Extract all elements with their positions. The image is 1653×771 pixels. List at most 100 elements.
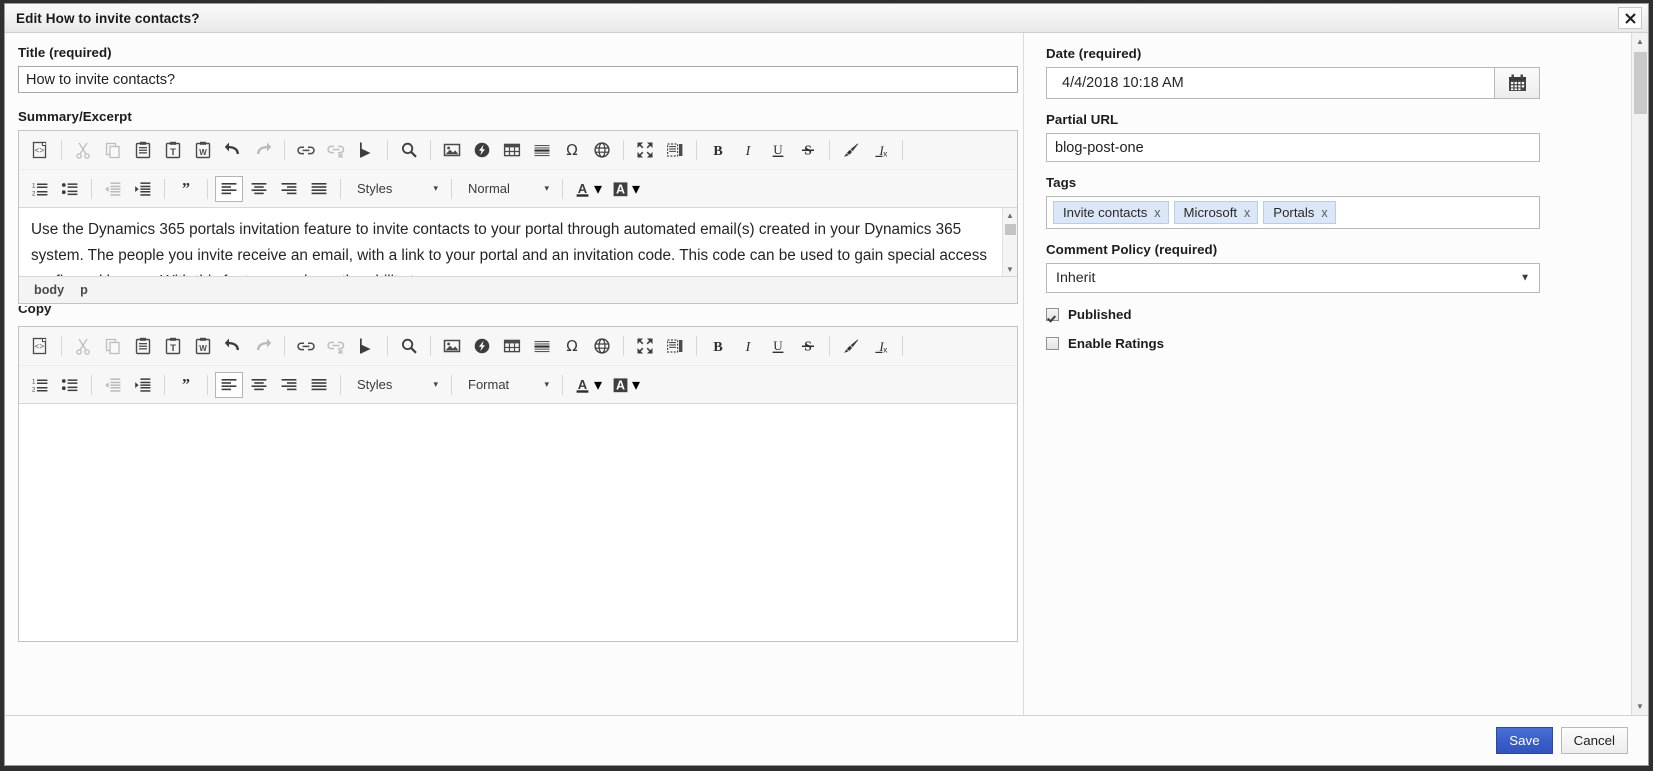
strikethrough-icon[interactable]: S bbox=[794, 333, 822, 359]
paste-icon[interactable] bbox=[129, 137, 157, 163]
paste-icon[interactable] bbox=[129, 333, 157, 359]
horizontal-rule-icon[interactable] bbox=[528, 333, 556, 359]
close-icon[interactable] bbox=[1618, 7, 1642, 29]
summary-scrollbar[interactable]: ▲ ▼ bbox=[1002, 208, 1017, 276]
text-color-icon[interactable]: A ▾ bbox=[570, 372, 606, 398]
dialog-scrollbar[interactable]: ▲ ▼ bbox=[1631, 33, 1648, 715]
styles-dropdown[interactable]: Styles ▾ bbox=[349, 372, 443, 398]
indent-icon[interactable] bbox=[129, 176, 157, 202]
paste-as-text-icon[interactable]: T bbox=[159, 137, 187, 163]
copy-formatting-icon[interactable] bbox=[837, 137, 865, 163]
special-character-icon[interactable]: Ω bbox=[558, 333, 586, 359]
flash-icon[interactable] bbox=[468, 333, 496, 359]
indent-icon[interactable] bbox=[129, 372, 157, 398]
italic-icon[interactable]: I bbox=[734, 137, 762, 163]
elements-path-p[interactable]: p bbox=[80, 283, 88, 297]
source-icon[interactable]: <> bbox=[26, 333, 54, 359]
title-input[interactable] bbox=[18, 66, 1018, 93]
toolbar-separator bbox=[61, 140, 62, 160]
maximize-icon[interactable] bbox=[631, 333, 659, 359]
remove-format-icon[interactable]: Ix bbox=[867, 137, 895, 163]
justify-icon[interactable] bbox=[305, 372, 333, 398]
bold-icon[interactable]: B bbox=[704, 137, 732, 163]
toolbar-separator bbox=[829, 140, 830, 160]
bold-icon[interactable]: B bbox=[704, 333, 732, 359]
link-icon[interactable] bbox=[292, 333, 320, 359]
dialog-scroll-thumb[interactable] bbox=[1634, 52, 1647, 114]
save-button[interactable]: Save bbox=[1496, 727, 1553, 754]
text-color-icon[interactable]: A ▾ bbox=[570, 176, 606, 202]
summary-editable-area[interactable]: Use the Dynamics 365 portals invitation … bbox=[19, 208, 1017, 276]
align-left-icon[interactable] bbox=[215, 371, 243, 398]
partial-url-input[interactable] bbox=[1046, 133, 1540, 162]
styles-dropdown[interactable]: Styles ▾ bbox=[349, 176, 443, 202]
underline-icon[interactable]: U bbox=[764, 137, 792, 163]
remove-format-icon[interactable]: Ix bbox=[867, 333, 895, 359]
table-icon[interactable] bbox=[498, 137, 526, 163]
dialog-scroll-up-icon[interactable]: ▲ bbox=[1632, 33, 1648, 50]
table-icon[interactable] bbox=[498, 333, 526, 359]
align-center-icon[interactable] bbox=[245, 372, 273, 398]
elements-path-body[interactable]: body bbox=[34, 283, 64, 297]
italic-icon[interactable]: I bbox=[734, 333, 762, 359]
background-color-icon[interactable]: A ▾ bbox=[608, 176, 644, 202]
chevron-down-icon: ▾ bbox=[433, 183, 438, 193]
align-left-icon[interactable] bbox=[215, 175, 243, 202]
paste-as-text-icon[interactable]: T bbox=[159, 333, 187, 359]
find-icon[interactable] bbox=[395, 137, 423, 163]
numbered-list-icon[interactable]: 12 bbox=[26, 372, 54, 398]
bulleted-list-icon[interactable] bbox=[56, 372, 84, 398]
bulleted-list-icon[interactable] bbox=[56, 176, 84, 202]
undo-icon[interactable] bbox=[219, 137, 247, 163]
tags-input[interactable]: Invite contacts x Microsoft x Portals x bbox=[1046, 196, 1540, 229]
justify-icon[interactable] bbox=[305, 176, 333, 202]
enable-ratings-checkbox[interactable] bbox=[1046, 337, 1059, 350]
calendar-icon[interactable] bbox=[1494, 67, 1540, 99]
scroll-up-icon[interactable]: ▲ bbox=[1003, 208, 1017, 222]
flash-icon[interactable] bbox=[468, 137, 496, 163]
special-character-icon[interactable]: Ω bbox=[558, 137, 586, 163]
horizontal-rule-icon[interactable] bbox=[528, 137, 556, 163]
enable-ratings-checkbox-row[interactable]: Enable Ratings bbox=[1046, 336, 1648, 351]
cancel-button[interactable]: Cancel bbox=[1560, 727, 1628, 754]
format-dropdown[interactable]: Normal ▾ bbox=[460, 176, 554, 202]
link-icon[interactable] bbox=[292, 137, 320, 163]
blockquote-icon[interactable]: ” bbox=[172, 372, 200, 398]
copy-editable-area[interactable] bbox=[19, 404, 1017, 641]
show-blocks-icon[interactable] bbox=[661, 333, 689, 359]
image-icon[interactable] bbox=[438, 333, 466, 359]
background-color-icon[interactable]: A ▾ bbox=[608, 372, 644, 398]
format-dropdown[interactable]: Format ▾ bbox=[460, 372, 554, 398]
align-right-icon[interactable] bbox=[275, 176, 303, 202]
maximize-icon[interactable] bbox=[631, 137, 659, 163]
iframe-icon[interactable] bbox=[588, 333, 616, 359]
undo-icon[interactable] bbox=[219, 333, 247, 359]
anchor-icon[interactable] bbox=[352, 137, 380, 163]
underline-icon[interactable]: U bbox=[764, 333, 792, 359]
strikethrough-icon[interactable]: S bbox=[794, 137, 822, 163]
find-icon[interactable] bbox=[395, 333, 423, 359]
align-right-icon[interactable] bbox=[275, 372, 303, 398]
paste-from-word-icon[interactable]: W bbox=[189, 137, 217, 163]
tag-remove-icon[interactable]: x bbox=[1244, 206, 1250, 220]
anchor-icon[interactable] bbox=[352, 333, 380, 359]
image-icon[interactable] bbox=[438, 137, 466, 163]
tag-remove-icon[interactable]: x bbox=[1154, 206, 1160, 220]
toolbar-separator bbox=[164, 374, 165, 395]
numbered-list-icon[interactable]: 12 bbox=[26, 176, 54, 202]
show-blocks-icon[interactable] bbox=[661, 137, 689, 163]
scroll-down-icon[interactable]: ▼ bbox=[1003, 262, 1017, 276]
align-center-icon[interactable] bbox=[245, 176, 273, 202]
paste-from-word-icon[interactable]: W bbox=[189, 333, 217, 359]
comment-policy-select[interactable]: Inherit ▼ bbox=[1046, 263, 1540, 293]
published-checkbox[interactable] bbox=[1046, 308, 1059, 321]
tag-remove-icon[interactable]: x bbox=[1321, 206, 1327, 220]
copy-formatting-icon[interactable] bbox=[837, 333, 865, 359]
source-icon[interactable]: <> bbox=[26, 137, 54, 163]
blockquote-icon[interactable]: ” bbox=[172, 176, 200, 202]
date-input[interactable] bbox=[1046, 67, 1494, 99]
published-checkbox-row[interactable]: Published bbox=[1046, 307, 1648, 322]
iframe-icon[interactable] bbox=[588, 137, 616, 163]
scroll-thumb[interactable] bbox=[1005, 224, 1016, 235]
dialog-scroll-down-icon[interactable]: ▼ bbox=[1632, 698, 1648, 715]
